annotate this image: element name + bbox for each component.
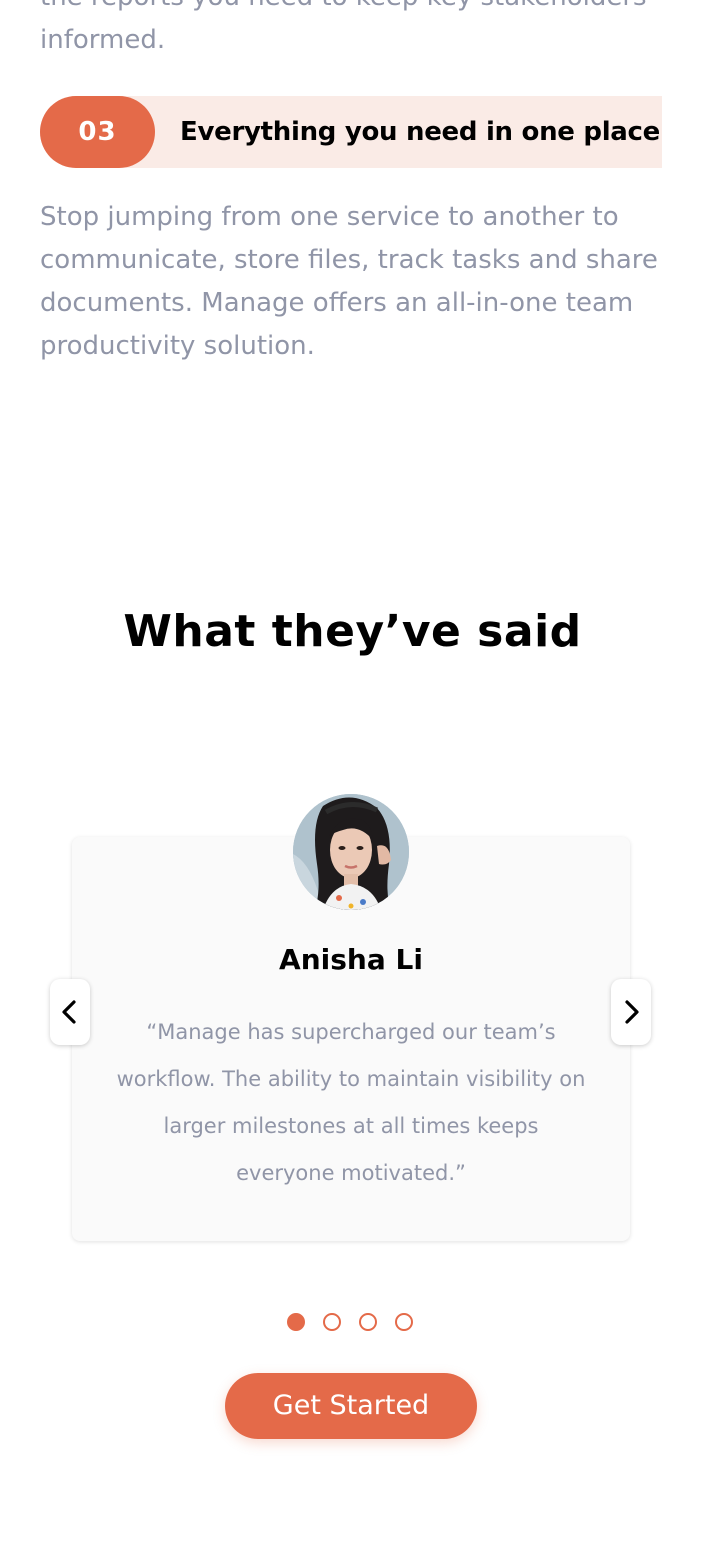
chevron-right-icon	[611, 979, 651, 1045]
testimonial-quote: “Manage has supercharged our team’s work…	[116, 1020, 586, 1185]
previous-slide-button[interactable]	[50, 979, 90, 1045]
testimonial-author-name: Anisha Li	[279, 943, 423, 976]
feature-number-badge: 03	[40, 96, 155, 168]
feature-description: Stop jumping from one service to another…	[40, 202, 658, 361]
carousel-dot-1[interactable]	[287, 1313, 305, 1331]
next-slide-button[interactable]	[611, 979, 651, 1045]
carousel-dot-3[interactable]	[359, 1313, 377, 1331]
chevron-left-icon	[50, 979, 90, 1045]
testimonials-heading: What they’ve said	[123, 606, 582, 657]
feature-title: Everything you need in one place	[180, 117, 660, 147]
carousel-dot-2[interactable]	[323, 1313, 341, 1331]
avatar	[293, 794, 409, 910]
carousel-dot-4[interactable]	[395, 1313, 413, 1331]
feature-header: 03 Everything you need in one place	[40, 96, 662, 168]
previous-feature-description: the reports you need to keep key stakeho…	[40, 0, 647, 55]
get-started-button[interactable]: Get Started	[225, 1373, 477, 1439]
